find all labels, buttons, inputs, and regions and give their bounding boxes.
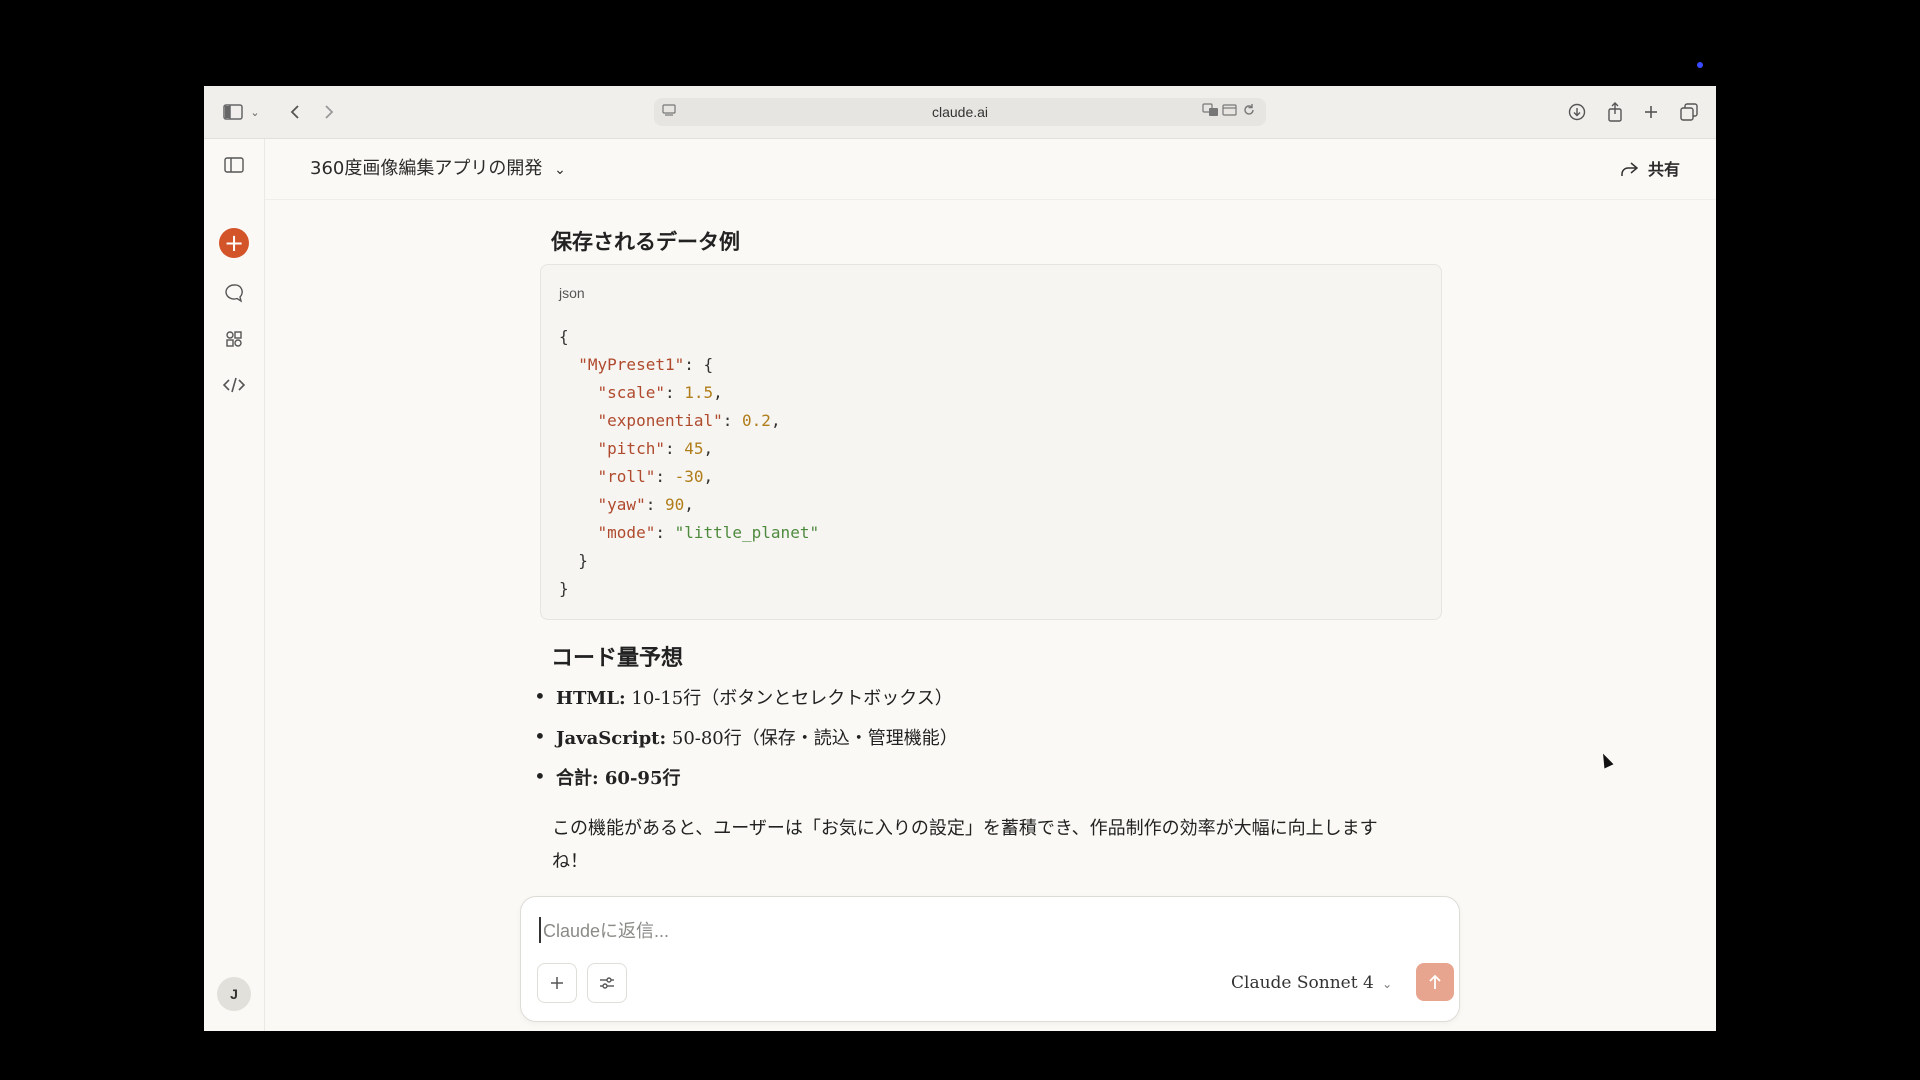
heading-data-example: 保存されるデータ例: [551, 229, 740, 254]
conversation-title[interactable]: 360度画像編集アプリの開発 ⌄: [310, 154, 566, 180]
address-bar[interactable]: claude.ai: [654, 98, 1266, 126]
back-icon[interactable]: [286, 100, 304, 124]
list-item-bold: 合計: 60-95行: [556, 768, 681, 789]
chevron-down-icon: ⌄: [554, 162, 566, 178]
arrow-up-icon: [1429, 974, 1441, 989]
new-tab-icon[interactable]: [1640, 100, 1662, 124]
reply-composer[interactable]: Claudeに返信... Claude Sonnet 4 ⌄: [520, 896, 1460, 1022]
list-item-text: 10-15行（ボタンとセレクトボックス）: [625, 688, 953, 709]
conversation-title-text: 360度画像編集アプリの開発: [310, 158, 543, 179]
model-label: Claude Sonnet 4: [1231, 973, 1374, 993]
share-label: 共有: [1647, 160, 1680, 179]
heading-code-estimate: コード量予想: [551, 645, 684, 671]
sidebar-toggle-icon[interactable]: [222, 100, 244, 124]
list-item: HTML: 10-15行（ボタンとセレクトボックス）: [534, 684, 953, 710]
chat-header: 360度画像編集アプリの開発 ⌄ 共有: [265, 139, 1716, 200]
send-button[interactable]: [1416, 963, 1454, 1001]
reply-input[interactable]: Claudeに返信...: [539, 917, 669, 943]
list-item-text: 50-80行（保存・読込・管理機能）: [666, 728, 958, 749]
message-content: 保存されるデータ例 json { "MyPreset1": { "scale":…: [204, 200, 1716, 980]
status-dot: [1697, 62, 1703, 68]
download-icon[interactable]: [1566, 100, 1588, 124]
translate-icon[interactable]: [1202, 103, 1220, 121]
avatar[interactable]: J: [217, 977, 251, 1011]
chevron-down-icon[interactable]: ⌄: [248, 100, 262, 124]
forward-icon[interactable]: [320, 100, 338, 124]
tabs-overview-icon[interactable]: [1678, 100, 1700, 124]
list-item-bold: JavaScript:: [556, 728, 667, 749]
list-item: 合計: 60-95行: [534, 764, 681, 790]
reader-icon[interactable]: [1222, 103, 1238, 121]
share-arrow-icon: [1620, 160, 1644, 179]
list-item-bold: HTML:: [556, 688, 626, 709]
reload-icon[interactable]: [1242, 103, 1256, 121]
share-icon[interactable]: [1604, 100, 1626, 124]
list-item: JavaScript: 50-80行（保存・読込・管理機能）: [534, 724, 958, 750]
closing-paragraph: この機能があると、ユーザーは「お気に入りの設定」を蓄積でき、作品制作の効率が大幅…: [552, 818, 1378, 872]
code-content: { "MyPreset1": { "scale": 1.5, "exponent…: [559, 327, 820, 598]
add-attachment-button[interactable]: [537, 963, 577, 1003]
tools-settings-button[interactable]: [587, 963, 627, 1003]
code-line: {: [559, 327, 569, 346]
sidebar-panel-icon[interactable]: [220, 151, 248, 179]
browser-window: ⌄ claude.ai + J 360度画像編集アプリの開発 ⌄ 共有 保存され…: [204, 86, 1716, 1031]
share-button[interactable]: 共有: [1620, 156, 1680, 180]
chevron-down-icon: ⌄: [1382, 977, 1393, 991]
url-text: claude.ai: [931, 104, 989, 120]
browser-toolbar: ⌄ claude.ai: [204, 86, 1716, 139]
model-selector[interactable]: Claude Sonnet 4 ⌄: [1231, 973, 1392, 993]
code-language-label: json: [559, 285, 585, 301]
code-block: json { "MyPreset1": { "scale": 1.5, "exp…: [540, 264, 1442, 620]
